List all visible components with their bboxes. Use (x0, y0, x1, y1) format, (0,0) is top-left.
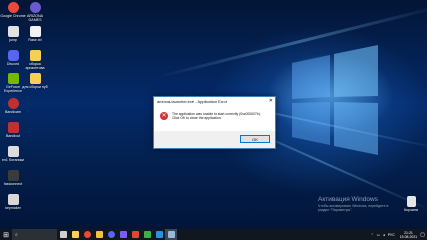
task-view-icon (59, 231, 67, 238)
app-icon (131, 231, 139, 238)
language-indicator[interactable]: РУС (388, 233, 395, 237)
jump-icon (7, 26, 19, 37)
geforce-icon (7, 73, 19, 84)
desktop-icon-bandicam[interactable]: Bandicam (0, 98, 26, 114)
desktop-icon-arizona-games[interactable]: ARIZONA GAMES (22, 2, 48, 22)
search-input[interactable]: ⌕ (12, 229, 57, 240)
network-icon[interactable]: ▭ (377, 233, 380, 237)
desktop-icon-label: Bandicut (6, 134, 20, 138)
error-dialog: arizona-launcher.exe - Application Error… (153, 96, 276, 149)
desktop-icon-label: для сборки нуб (22, 85, 48, 89)
arizona-games-icon (29, 2, 41, 13)
ok-button[interactable]: OK (240, 135, 270, 143)
dialog-message-line: Click OK to close the application. (172, 116, 222, 121)
desktop-icon-keymaker[interactable]: keymaker (0, 194, 26, 210)
keymaker-icon (7, 194, 19, 205)
desktop-icon-fastconnect[interactable]: fastconnect (0, 170, 26, 186)
desktop-icon-text-file[interactable]: Rase.txt (22, 26, 48, 42)
document-icon (7, 146, 19, 157)
error-icon: ✕ (160, 112, 168, 120)
desktop-icon-label: fastconnect (3, 182, 23, 186)
notifications-icon[interactable]: ▢ (420, 232, 425, 238)
dialog-body: ✕ The application was unable to start co… (154, 106, 275, 131)
desktop-icon-folder-1[interactable]: сборка аризонтова (22, 50, 48, 70)
desktop-icon-label: Корзина (404, 208, 418, 212)
search-icon: ⌕ (15, 231, 18, 238)
dialog-titlebar[interactable]: arizona-launcher.exe - Application Error… (154, 97, 275, 106)
start-button[interactable]: ⊞ (0, 229, 12, 240)
taskbar-app-red[interactable] (129, 229, 141, 240)
clock-date: 15.08.2021 (399, 234, 418, 239)
dialog-message: The application was unable to start corr… (172, 112, 261, 120)
folder-icon (95, 231, 103, 238)
launcher-window-icon (167, 231, 175, 238)
taskbar-app-blue[interactable] (153, 229, 165, 240)
app-icon (143, 231, 151, 238)
watermark-heading: Активация Windows (318, 196, 378, 203)
folder-icon (29, 50, 41, 61)
system-tray: ⌃ ▭ ◂ РУС 21:21 15.08.2021 ▢ (371, 231, 427, 239)
discord-icon (107, 231, 115, 238)
desktop-icon-recycle-bin[interactable]: Корзина (398, 196, 424, 212)
chrome-icon (7, 2, 19, 13)
taskbar-app-discord[interactable] (105, 229, 117, 240)
desktop-icon-bandicut[interactable]: Bandicut (0, 122, 26, 138)
text-file-icon (29, 26, 41, 37)
desktop-icon-label: сборка аризонтова (25, 62, 45, 70)
bandicam-icon (7, 98, 19, 109)
volume-icon[interactable]: ◂ (383, 233, 385, 237)
desktop-icon-folder-2[interactable]: для сборки нуб (22, 73, 48, 89)
fastconnect-icon (7, 170, 19, 181)
windows-logo-wallpaper (292, 45, 378, 155)
watermark-line: раздел "Параметры". (318, 208, 353, 212)
activation-watermark: Активация Windows Чтобы активировать Win… (318, 196, 388, 212)
dialog-footer: OK (154, 131, 275, 148)
bandicut-icon (7, 122, 19, 133)
taskbar-app-task-view[interactable] (57, 229, 69, 240)
taskbar-app-green[interactable] (141, 229, 153, 240)
chrome-icon (83, 231, 91, 238)
close-icon[interactable]: ✕ (269, 99, 273, 104)
taskbar-app-arizona[interactable] (117, 229, 129, 240)
taskbar-app-folder[interactable] (93, 229, 105, 240)
taskbar-app-launcher-active[interactable] (165, 229, 177, 240)
desktop-icon-label: ARIZONA GAMES (27, 14, 43, 22)
chevron-up-icon[interactable]: ⌃ (371, 233, 374, 237)
desktop-icon-label: keymaker (5, 206, 21, 210)
recycle-bin-icon (406, 196, 416, 207)
arizona-icon (119, 231, 127, 238)
clock[interactable]: 21:21 15.08.2021 (400, 231, 418, 239)
taskbar-app-explorer[interactable] (69, 229, 81, 240)
desktop-icon-hardware[interactable]: ел1 ботаники (0, 146, 26, 162)
dialog-title: arizona-launcher.exe - Application Error (157, 99, 228, 104)
file-explorer-icon (71, 231, 79, 238)
desktop-icon-label: ел1 ботаники (1, 158, 25, 162)
taskbar: ⊞ ⌕ ⌃ ▭ ◂ РУС 21:21 15.08.2021 ▢ (0, 229, 427, 240)
folder-icon (29, 73, 41, 84)
desktop-icon-label: Rase.txt (28, 38, 42, 42)
app-icon (155, 231, 163, 238)
taskbar-app-chrome[interactable] (81, 229, 93, 240)
desktop-icon-label: Bandicam (5, 110, 21, 114)
desktop: Google Chrome ARIZONA GAMES jump Rase.tx… (0, 0, 427, 229)
discord-icon (7, 50, 19, 61)
windows-start-icon: ⊞ (3, 231, 9, 239)
